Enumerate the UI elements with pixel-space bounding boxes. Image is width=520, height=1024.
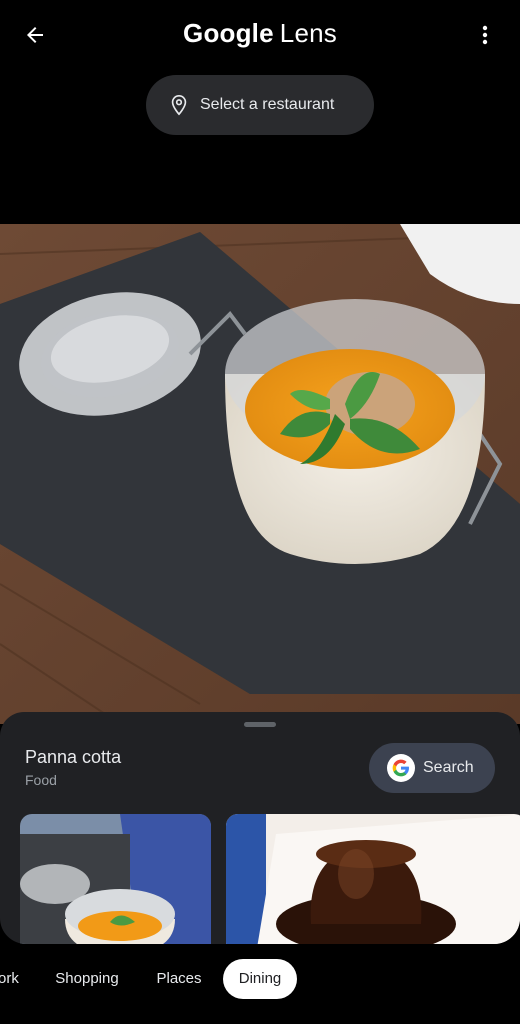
- google-search-button[interactable]: Search: [369, 743, 495, 793]
- results-sheet: Panna cotta Food Search: [0, 712, 520, 944]
- more-vert-icon: [482, 25, 488, 45]
- tab-places[interactable]: Places: [150, 959, 208, 999]
- page-title: Google Lens: [0, 18, 520, 49]
- result-title: Panna cotta: [25, 747, 122, 767]
- tab-homework[interactable]: ork: [0, 959, 19, 999]
- lens-mode-tabs: ork Shopping Places Dining: [0, 944, 520, 1024]
- search-button-label: Search: [423, 759, 474, 776]
- select-restaurant-label: Select a restaurant: [200, 96, 335, 113]
- drag-handle[interactable]: [244, 722, 276, 727]
- more-options-button[interactable]: [468, 18, 502, 52]
- tab-shopping[interactable]: Shopping: [50, 959, 124, 999]
- result-thumbnail-2[interactable]: [226, 814, 520, 944]
- title-brand: Google: [183, 18, 274, 48]
- result-category: Food: [25, 772, 57, 788]
- google-g-icon: [387, 754, 415, 782]
- dessert-photo-illustration: [0, 224, 520, 724]
- select-restaurant-chip[interactable]: Select a restaurant: [146, 75, 374, 135]
- title-product: Lens: [279, 18, 337, 48]
- location-pin-icon: [171, 95, 187, 116]
- captured-photo[interactable]: [0, 224, 520, 724]
- top-app-bar: Google Lens: [0, 0, 520, 70]
- thumbnail-image-1: [20, 814, 211, 944]
- tab-dining[interactable]: Dining: [223, 959, 297, 999]
- result-thumbnail-1[interactable]: [20, 814, 211, 944]
- thumbnail-image-2: [226, 814, 520, 944]
